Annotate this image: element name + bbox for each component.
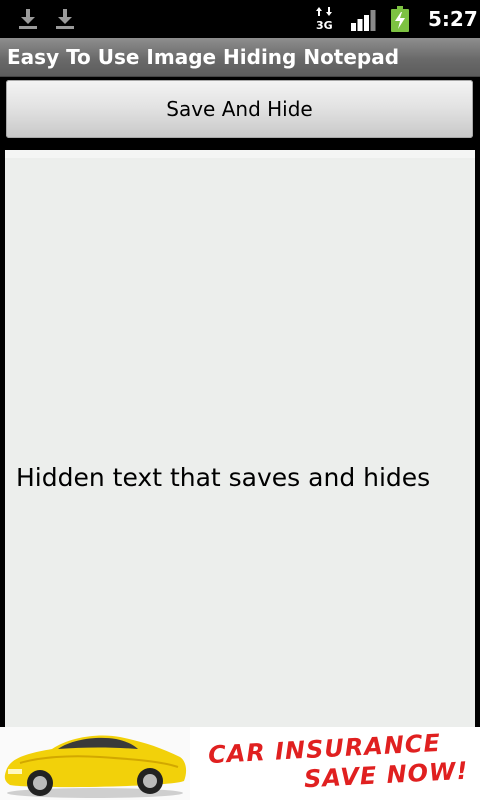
title-bar: Easy To Use Image Hiding Notepad [0, 38, 480, 77]
download-icon[interactable] [55, 8, 75, 30]
battery-charging-icon [391, 6, 409, 32]
status-bar: 3G 5:27 [0, 0, 480, 38]
ad-text: CAR INSURANCE SAVE NOW! [192, 727, 480, 800]
network-3g-icon: 3G [316, 7, 333, 31]
note-text-area[interactable]: Hidden text that saves and hides [5, 150, 475, 728]
status-clock: 5:27 [428, 7, 478, 31]
note-text: Hidden text that saves and hides [16, 463, 431, 492]
network-type-label: 3G [316, 19, 333, 31]
signal-icon [351, 10, 376, 31]
ad-banner[interactable]: CAR INSURANCE SAVE NOW! [0, 727, 480, 800]
app-title: Easy To Use Image Hiding Notepad [7, 45, 400, 69]
download-icon[interactable] [18, 8, 38, 30]
sports-car-image [0, 727, 190, 800]
save-and-hide-button[interactable]: Save And Hide [6, 80, 473, 138]
